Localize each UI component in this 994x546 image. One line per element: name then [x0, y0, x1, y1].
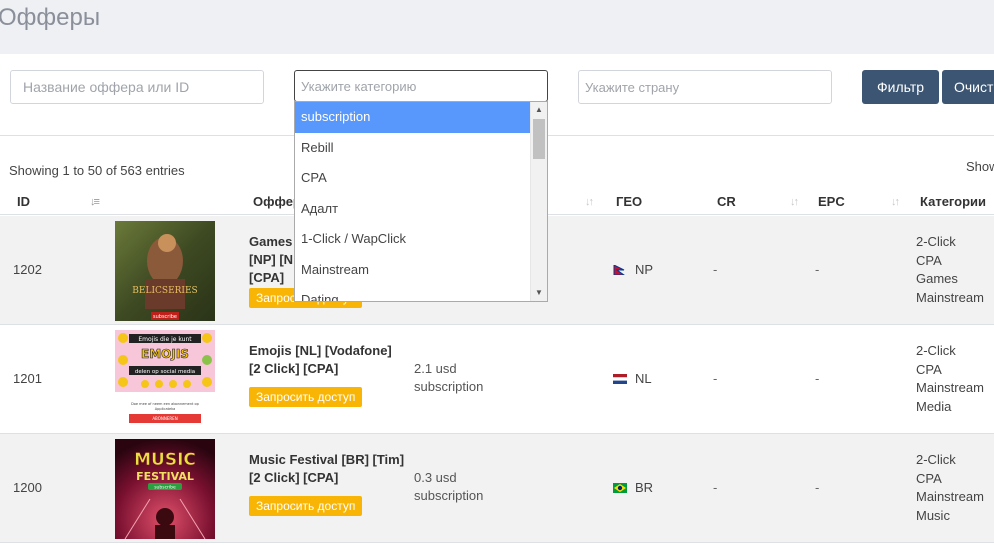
table-row: 1201 Emojis die je kunt EMOJIS delen op …	[0, 325, 994, 434]
category-option[interactable]: CPA	[295, 163, 531, 194]
payout-cell: 2.1 usd subscription	[414, 361, 484, 394]
table-info: Showing 1 to 50 of 563 entries	[9, 163, 185, 178]
svg-text:Emojis die je kunt: Emojis die je kunt	[138, 336, 192, 343]
epc-value: -	[815, 371, 820, 386]
header-geo[interactable]: ГЕО	[616, 194, 642, 209]
page-length-label: Show	[966, 159, 994, 174]
category-dropdown[interactable]: subscription Rebill CPA Адалт 1-Click / …	[294, 101, 548, 302]
filter-button[interactable]: Фильтр	[862, 70, 939, 104]
svg-text:EMOJIS: EMOJIS	[141, 347, 189, 361]
epc-value: -	[815, 480, 820, 495]
categories-cell: 2-Click CPA Mainstream Music	[916, 452, 984, 523]
offer-search-input[interactable]	[10, 70, 264, 104]
geo-cell: NL	[613, 371, 652, 386]
payout-cell: 0.3 usd subscription	[414, 470, 484, 503]
category-option[interactable]: Dating	[295, 285, 531, 301]
table-row: 1200 MUSIC FESTIVAL subscribe Music Fest…	[0, 434, 994, 543]
category-option[interactable]: Mainstream	[295, 255, 531, 286]
offer-thumbnail[interactable]: BELICSERIES subscribe	[115, 221, 215, 321]
offer-id: 1200	[13, 480, 42, 495]
offer-name[interactable]: Emojis [NL] [Vodafone] [2 Click] [CPA]	[249, 342, 407, 378]
games-thumbnail-image: BELICSERIES subscribe	[115, 221, 215, 321]
offer-thumbnail[interactable]: Emojis die je kunt EMOJIS delen op socia…	[115, 330, 215, 430]
brazil-flag-icon	[613, 483, 627, 493]
header-epc[interactable]: EPC	[818, 194, 845, 209]
page-title: Офферы	[0, 4, 101, 31]
svg-text:MUSIC: MUSIC	[134, 450, 196, 470]
header-id[interactable]: ID	[17, 194, 30, 209]
cr-value: -	[713, 480, 718, 495]
svg-text:Doe mee of neem een abonnement: Doe mee of neem een abonnement op	[131, 402, 200, 406]
offer-name[interactable]: Music Festival [BR] [Tim] [2 Click] [CPA…	[249, 451, 407, 487]
category-option[interactable]: Rebill	[295, 133, 531, 164]
svg-text:delen op social media: delen op social media	[135, 369, 195, 375]
page-header: Офферы	[0, 0, 994, 54]
emojis-thumbnail-image: Emojis die je kunt EMOJIS delen op socia…	[115, 330, 215, 430]
dropdown-scrollbar[interactable]: ▲ ▼	[530, 102, 547, 301]
sort-arrows-icon[interactable]: ↓↑	[891, 196, 900, 208]
category-option[interactable]: subscription	[295, 102, 531, 133]
country-input[interactable]	[578, 70, 832, 104]
category-option[interactable]: Адалт	[295, 194, 531, 225]
music-festival-thumbnail-image: MUSIC FESTIVAL subscribe	[115, 439, 215, 539]
categories-cell: 2-Click CPA Games Mainstream	[916, 234, 984, 305]
svg-text:subscribe: subscribe	[154, 485, 176, 491]
scroll-up-arrow-icon[interactable]: ▲	[531, 102, 547, 118]
offer-id: 1201	[13, 371, 42, 386]
header-cr[interactable]: CR	[717, 194, 736, 209]
category-option[interactable]: 1-Click / WapClick	[295, 224, 531, 255]
svg-text:FESTIVAL: FESTIVAL	[136, 470, 194, 483]
request-access-button[interactable]: Запросить доступ	[249, 387, 363, 407]
sort-desc-icon[interactable]: ↓≡	[90, 196, 100, 208]
cr-value: -	[713, 371, 718, 386]
scroll-down-arrow-icon[interactable]: ▼	[531, 285, 547, 301]
nepal-flag-icon	[613, 265, 625, 275]
header-categories[interactable]: Категории	[920, 194, 986, 209]
epc-value: -	[815, 262, 820, 277]
offer-thumbnail[interactable]: MUSIC FESTIVAL subscribe	[115, 439, 215, 539]
categories-cell: 2-Click CPA Mainstream Media	[916, 343, 984, 414]
clear-button[interactable]: Очистить	[942, 70, 994, 104]
scroll-thumb[interactable]	[533, 119, 545, 159]
category-search-input[interactable]	[294, 70, 548, 102]
svg-text:BELICSERIES: BELICSERIES	[132, 286, 197, 296]
request-access-button[interactable]: Запросить доступ	[249, 496, 363, 516]
geo-cell: NP	[613, 262, 653, 277]
geo-cell: BR	[613, 480, 653, 495]
svg-text:Applicateka: Applicateka	[155, 407, 176, 411]
svg-text:ABONNEREN: ABONNEREN	[152, 416, 177, 421]
offer-id: 1202	[13, 262, 42, 277]
thumb-caption: subscribe	[153, 314, 177, 320]
cr-value: -	[713, 262, 718, 277]
netherlands-flag-icon	[613, 374, 627, 384]
sort-arrows-icon[interactable]: ↓↑	[790, 196, 799, 208]
sort-arrows-icon[interactable]: ↓↑	[585, 196, 594, 208]
